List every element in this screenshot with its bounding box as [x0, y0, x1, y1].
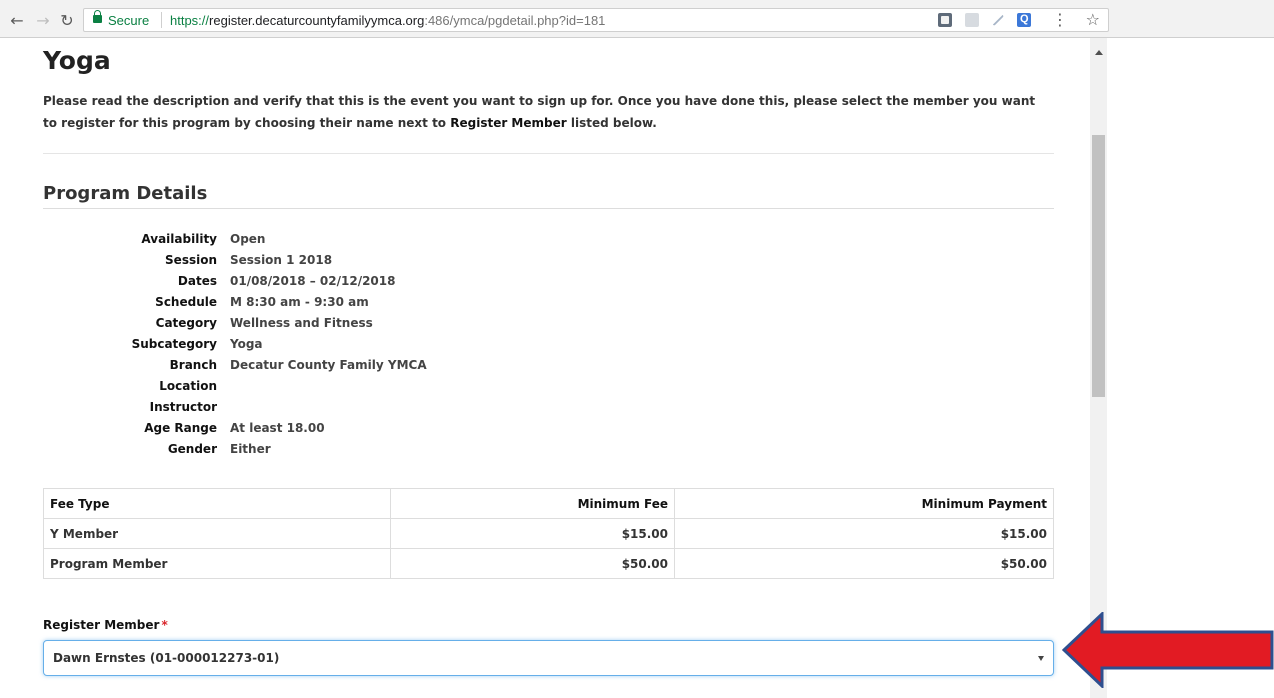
divider — [43, 153, 1054, 154]
page-scrollbar[interactable] — [1090, 38, 1107, 698]
back-icon[interactable]: ← — [8, 12, 26, 30]
column-header-minimum-payment: Minimum Payment — [674, 488, 1054, 519]
detail-row-session: Session Session 1 2018 — [43, 253, 643, 273]
detail-value: Wellness and Fitness — [230, 316, 373, 330]
detail-row-gender: Gender Either — [43, 442, 643, 462]
extension-icon[interactable] — [938, 13, 952, 27]
detail-label: Age Range — [144, 421, 217, 435]
reload-icon[interactable]: ↻ — [58, 12, 76, 30]
register-member-label-text: Register Member — [43, 618, 160, 632]
register-member-label: Register Member * — [43, 618, 168, 632]
url-separator — [161, 12, 162, 28]
program-details-heading: Program Details — [43, 183, 208, 204]
detail-label: Location — [159, 379, 217, 393]
register-member-selected-value: Dawn Ernstes (01-000012273-01) — [53, 651, 280, 665]
detail-row-availability: Availability Open — [43, 232, 643, 252]
url-host: register.decaturcountyfamilyymca.org — [209, 13, 425, 28]
table-header-row: Fee Type Minimum Fee Minimum Payment — [43, 488, 1054, 519]
menu-icon[interactable]: ⋮ — [1052, 10, 1068, 29]
intro-text: Please read the description and verify t… — [43, 90, 1043, 134]
detail-value: M 8:30 am - 9:30 am — [230, 295, 369, 309]
detail-row-location: Location — [43, 379, 643, 399]
detail-label: Availability — [141, 232, 217, 246]
page-title: Yoga — [43, 46, 111, 75]
url-text[interactable]: https://register.decaturcountyfamilyymca… — [170, 13, 605, 28]
detail-label: Branch — [169, 358, 217, 372]
intro-part2: listed below. — [566, 116, 657, 130]
fee-type-cell: Y Member — [43, 518, 391, 549]
search-extension-icon[interactable] — [1017, 13, 1031, 27]
column-header-fee-type: Fee Type — [43, 488, 391, 519]
star-icon[interactable]: ☆ — [1086, 10, 1100, 29]
detail-row-instructor: Instructor — [43, 400, 643, 420]
detail-label: Session — [165, 253, 217, 267]
table-row: Y Member $15.00 $15.00 — [43, 518, 1054, 549]
detail-value: Session 1 2018 — [230, 253, 333, 267]
column-header-minimum-fee: Minimum Fee — [390, 488, 675, 519]
detail-row-branch: Branch Decatur County Family YMCA — [43, 358, 643, 378]
detail-value: Yoga — [230, 337, 263, 351]
detail-row-dates: Dates 01/08/2018 – 02/12/2018 — [43, 274, 643, 294]
scroll-thumb[interactable] — [1092, 135, 1105, 397]
detail-value: Either — [230, 442, 271, 456]
fee-table: Fee Type Minimum Fee Minimum Payment Y M… — [43, 488, 1054, 579]
detail-row-subcategory: Subcategory Yoga — [43, 337, 643, 357]
url-scheme: https:// — [170, 13, 210, 28]
minimum-payment-cell: $15.00 — [674, 518, 1054, 549]
address-bar[interactable]: Secure https://register.decaturcountyfam… — [83, 8, 1109, 32]
fee-type-cell: Program Member — [43, 548, 391, 579]
lock-icon — [93, 10, 102, 23]
scroll-up-arrow-icon[interactable] — [1095, 50, 1103, 55]
detail-value: At least 18.00 — [230, 421, 325, 435]
red-arrow-annotation — [1062, 612, 1274, 688]
arrow-shape — [1062, 612, 1274, 688]
detail-label: Gender — [167, 442, 217, 456]
chevron-down-icon — [1038, 656, 1044, 661]
detail-value: 01/08/2018 – 02/12/2018 — [230, 274, 396, 288]
section-divider — [43, 208, 1054, 209]
detail-label: Dates — [177, 274, 217, 288]
intro-emphasis: Register Member — [450, 116, 567, 130]
url-path: :486/ymca/pgdetail.php?id=181 — [424, 13, 606, 28]
detail-value: Open — [230, 232, 266, 246]
detail-row-age-range: Age Range At least 18.00 — [43, 421, 643, 441]
minimum-fee-cell: $50.00 — [390, 548, 675, 579]
detail-value: Decatur County Family YMCA — [230, 358, 427, 372]
detail-label: Instructor — [149, 400, 217, 414]
pdf-extension-icon[interactable] — [965, 13, 979, 27]
forward-icon[interactable]: → — [34, 12, 52, 30]
minimum-payment-cell: $50.00 — [674, 548, 1054, 579]
register-member-select[interactable]: Dawn Ernstes (01-000012273-01) — [43, 640, 1054, 676]
table-row: Program Member $50.00 $50.00 — [43, 548, 1054, 579]
detail-label: Subcategory — [131, 337, 217, 351]
detail-row-category: Category Wellness and Fitness — [43, 316, 643, 336]
required-asterisk: * — [161, 618, 168, 632]
detail-row-schedule: Schedule M 8:30 am - 9:30 am — [43, 295, 643, 315]
browser-toolbar: ← → ↻ Secure https://register.decaturcou… — [0, 0, 1274, 38]
detail-label: Category — [155, 316, 217, 330]
detail-label: Schedule — [155, 295, 217, 309]
secure-label: Secure — [108, 13, 150, 28]
minimum-fee-cell: $15.00 — [390, 518, 675, 549]
